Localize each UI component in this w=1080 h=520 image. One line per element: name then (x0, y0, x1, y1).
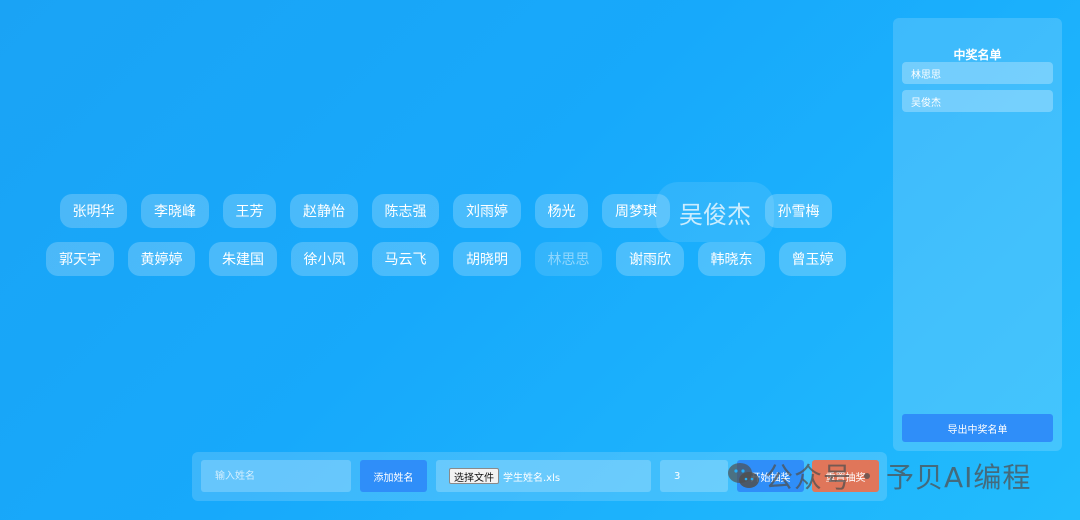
winners-panel-title: 中奖名单 (953, 48, 1002, 62)
name-tag[interactable]: 杨光 (535, 194, 588, 228)
control-bar: 添加姓名 选择文件 学生姓名.xls 开始抽奖 重置抽奖 (192, 452, 887, 501)
winner-item: 林思思 (902, 62, 1053, 84)
add-name-button[interactable]: 添加姓名 (360, 460, 427, 492)
name-tag[interactable]: 孙雪梅 (765, 194, 832, 228)
name-tag[interactable]: 张明华 (60, 194, 127, 228)
name-tag[interactable]: 黄婷婷 (128, 242, 195, 276)
name-tag[interactable]: 朱建国 (209, 242, 277, 276)
watermark-account-name: 予贝AI编程 (886, 461, 1032, 494)
name-tag[interactable]: 韩晓东 (698, 242, 765, 276)
name-tag[interactable]: 马云飞 (372, 242, 439, 276)
name-tag-drawn[interactable]: 林思思 (535, 242, 602, 276)
reset-draw-button[interactable]: 重置抽奖 (812, 460, 879, 492)
export-winners-button[interactable]: 导出中奖名单 (902, 414, 1053, 442)
winner-item: 吴俊杰 (902, 90, 1053, 112)
name-tag[interactable]: 李晓峰 (141, 194, 209, 228)
draw-count-input[interactable] (660, 460, 728, 492)
name-tag[interactable]: 王芳 (223, 194, 276, 228)
file-name-label: 学生姓名.xls (503, 472, 561, 484)
name-tag[interactable]: 赵静怡 (290, 194, 358, 228)
names-area: 张明华 李晓峰 王芳 赵静怡 陈志强 刘雨婷 杨光 周梦琪 吴俊杰 孙雪梅 郭天… (0, 0, 880, 450)
name-input[interactable] (201, 460, 351, 492)
name-tag[interactable]: 郭天宇 (46, 242, 114, 276)
start-draw-button[interactable]: 开始抽奖 (737, 460, 804, 492)
winners-panel: 中奖名单 林思思 吴俊杰 导出中奖名单 (893, 18, 1062, 451)
file-upload: 选择文件 学生姓名.xls (436, 460, 651, 492)
name-tag[interactable]: 刘雨婷 (453, 194, 521, 228)
choose-file-button[interactable]: 选择文件 (449, 468, 499, 484)
name-tag-highlighted[interactable]: 吴俊杰 (656, 182, 774, 242)
name-tag[interactable]: 谢雨欣 (616, 242, 684, 276)
name-tag[interactable]: 胡晓明 (453, 242, 521, 276)
name-tag[interactable]: 徐小凤 (291, 242, 358, 276)
name-tag[interactable]: 曾玉婷 (779, 242, 846, 276)
name-tag[interactable]: 陈志强 (372, 194, 439, 228)
